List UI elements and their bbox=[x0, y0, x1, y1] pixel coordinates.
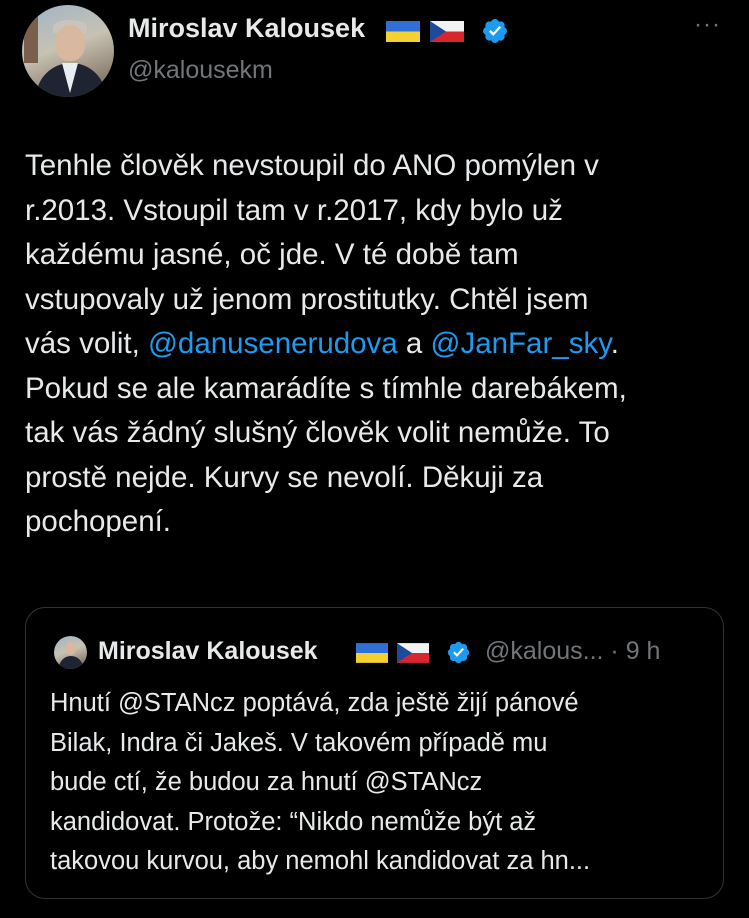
quote-line: kandidovat. Protože: “Nikdo nemůže být a… bbox=[50, 807, 537, 836]
verified-badge-icon bbox=[447, 641, 470, 664]
tweet-text-segment: vás volit, bbox=[25, 327, 148, 360]
tweet-line: vás volit, @danusenerudova a @JanFar_sky… bbox=[25, 322, 735, 367]
quote-handle-timestamp[interactable]: @kalous... · 9 h bbox=[485, 637, 660, 666]
ukraine-flag-icon bbox=[386, 21, 420, 42]
czech-flag-icon bbox=[397, 643, 429, 663]
tweet-text-segment: . bbox=[610, 327, 619, 360]
mention-link[interactable]: @danusenerudova bbox=[148, 327, 398, 360]
verified-badge-icon bbox=[483, 19, 507, 43]
quote-line: bude ctí, že budou za hnutí @STANcz bbox=[50, 768, 483, 796]
quote-text: Hnutí @STANcz poptává, zda ještě žijí pá… bbox=[50, 684, 710, 882]
tweet-line: Pokud se ale kamarádíte s tímhle darebák… bbox=[25, 371, 627, 405]
quote-line: Bilak, Indra či Jakeš. V takovém případě… bbox=[50, 728, 548, 757]
mention-link[interactable]: @JanFar_sky bbox=[431, 327, 611, 360]
czech-flag-icon bbox=[430, 21, 464, 42]
tweet-line: pochopení. bbox=[25, 505, 171, 538]
tweet-text-segment: a bbox=[397, 327, 431, 360]
quote-line: Hnutí @STANcz poptává, zda ještě žijí pá… bbox=[50, 689, 579, 717]
quote-author-avatar[interactable] bbox=[54, 636, 87, 669]
tweet-line: každému jasné, oč jde. V té době tam bbox=[25, 238, 519, 271]
tweet-line: prostě nejde. Kurvy se nevolí. Děkuji za bbox=[25, 460, 544, 494]
quote-author-name[interactable]: Miroslav Kalousek bbox=[98, 637, 318, 666]
author-avatar[interactable] bbox=[22, 5, 114, 97]
author-flags bbox=[386, 21, 464, 42]
quote-author-flags bbox=[356, 643, 429, 663]
ukraine-flag-icon bbox=[356, 643, 388, 663]
tweet-line: tak vás žádný slušný člověk volit nemůže… bbox=[25, 416, 610, 449]
quote-line: takovou kurvou, aby nemohl kandidovat za… bbox=[50, 847, 591, 875]
tweet-text: Tenhle člověk nevstoupil do ANO pomýlen … bbox=[25, 144, 735, 545]
tweet-line: Tenhle člověk nevstoupil do ANO pomýlen … bbox=[25, 149, 599, 182]
more-options-icon[interactable]: ··· bbox=[694, 13, 724, 37]
tweet-line: r.2013. Vstoupil tam v r.2017, kdy bylo … bbox=[25, 193, 563, 227]
tweet-line: vstupovaly už jenom prostitutky. Chtěl j… bbox=[25, 282, 589, 316]
author-name[interactable]: Miroslav Kalousek bbox=[128, 13, 365, 44]
quoted-tweet-card[interactable]: Miroslav Kalousek @kalous... · 9 h Hnutí… bbox=[25, 607, 724, 899]
author-handle[interactable]: @kalousekm bbox=[128, 56, 273, 85]
